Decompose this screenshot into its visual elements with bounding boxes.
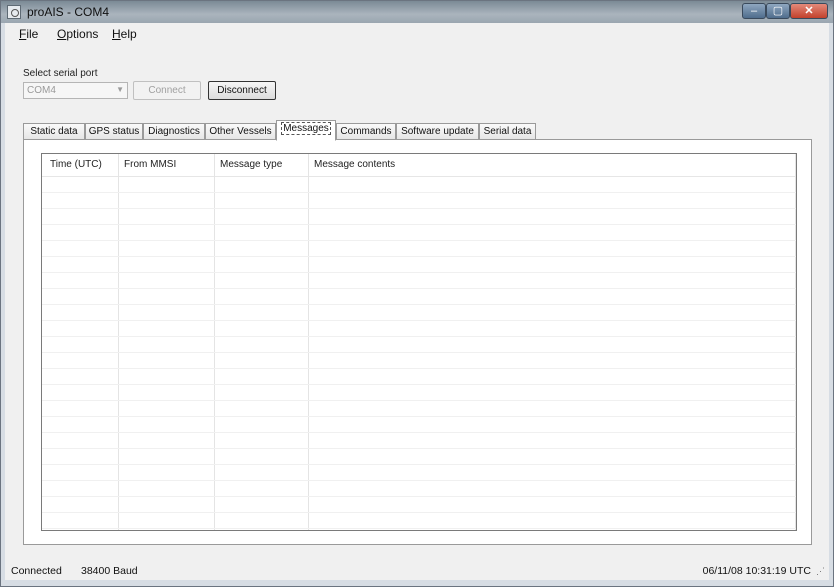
tab-diagnostics[interactable]: Diagnostics <box>143 123 205 140</box>
row-gridline <box>42 224 796 225</box>
column-divider <box>795 154 796 530</box>
connection-status: Connected <box>11 565 62 577</box>
row-gridline <box>42 256 796 257</box>
row-gridline <box>42 448 796 449</box>
baud-rate: 38400 Baud <box>81 565 138 577</box>
menu-help[interactable]: Help <box>112 27 137 41</box>
minimize-button[interactable]: – <box>742 3 766 19</box>
list-header: Time (UTC) From MMSI Message type Messag… <box>42 154 796 177</box>
maximize-button[interactable]: ▢ <box>766 3 790 19</box>
row-gridline <box>42 464 796 465</box>
row-gridline <box>42 496 796 497</box>
column-divider <box>308 154 309 530</box>
chevron-down-icon: ▼ <box>116 85 124 94</box>
menu-options[interactable]: Options <box>57 27 98 41</box>
tab-messages-label: Messages <box>281 122 331 135</box>
messages-list[interactable]: Time (UTC) From MMSI Message type Messag… <box>41 153 797 531</box>
connect-button[interactable]: Connect <box>133 81 201 100</box>
row-gridline <box>42 416 796 417</box>
row-gridline <box>42 384 796 385</box>
row-gridline <box>42 304 796 305</box>
tab-commands[interactable]: Commands <box>336 123 396 140</box>
row-gridline <box>42 432 796 433</box>
row-gridline <box>42 288 796 289</box>
app-icon[interactable] <box>7 5 21 19</box>
row-gridline <box>42 240 796 241</box>
status-bar: Connected 38400 Baud 06/11/08 10:31:19 U… <box>5 560 829 580</box>
column-header-message-type[interactable]: Message type <box>220 159 282 170</box>
tab-gps-status[interactable]: GPS status <box>85 123 143 140</box>
row-gridline <box>42 192 796 193</box>
column-divider <box>214 154 215 530</box>
disconnect-button[interactable]: Disconnect <box>208 81 276 100</box>
row-gridline <box>42 272 796 273</box>
tab-static-data[interactable]: Static data <box>23 123 85 140</box>
column-header-message-contents[interactable]: Message contents <box>314 159 395 170</box>
row-gridline <box>42 400 796 401</box>
serial-port-value: COM4 <box>27 85 56 96</box>
messages-panel: Time (UTC) From MMSI Message type Messag… <box>23 139 812 545</box>
tab-serial-data[interactable]: Serial data <box>479 123 536 140</box>
row-gridline <box>42 336 796 337</box>
row-gridline <box>42 480 796 481</box>
row-gridline <box>42 528 796 529</box>
column-header-time[interactable]: Time (UTC) <box>50 159 102 170</box>
close-button[interactable]: ✕ <box>790 3 828 19</box>
column-header-from-mmsi[interactable]: From MMSI <box>124 159 176 170</box>
client-area: File Options Help Select serial port COM… <box>5 23 829 580</box>
row-gridline <box>42 320 796 321</box>
tab-other-vessels[interactable]: Other Vessels <box>205 123 276 140</box>
row-gridline <box>42 352 796 353</box>
status-datetime: 06/11/08 10:31:19 UTC <box>702 565 811 577</box>
row-gridline <box>42 208 796 209</box>
resize-grip-icon[interactable]: ⋰ <box>816 566 825 577</box>
serial-port-select[interactable]: COM4 ▼ <box>23 82 128 99</box>
menu-file[interactable]: File <box>19 27 38 41</box>
window-title: proAIS - COM4 <box>27 5 110 19</box>
column-divider <box>118 154 119 530</box>
title-bar[interactable]: proAIS - COM4 – ▢ ✕ <box>1 1 833 23</box>
tab-messages[interactable]: Messages <box>276 120 336 141</box>
row-gridline <box>42 368 796 369</box>
tab-software-update[interactable]: Software update <box>396 123 479 140</box>
app-window: proAIS - COM4 – ▢ ✕ File Options Help Se… <box>0 0 834 587</box>
serial-port-label: Select serial port <box>23 68 98 79</box>
row-gridline <box>42 512 796 513</box>
